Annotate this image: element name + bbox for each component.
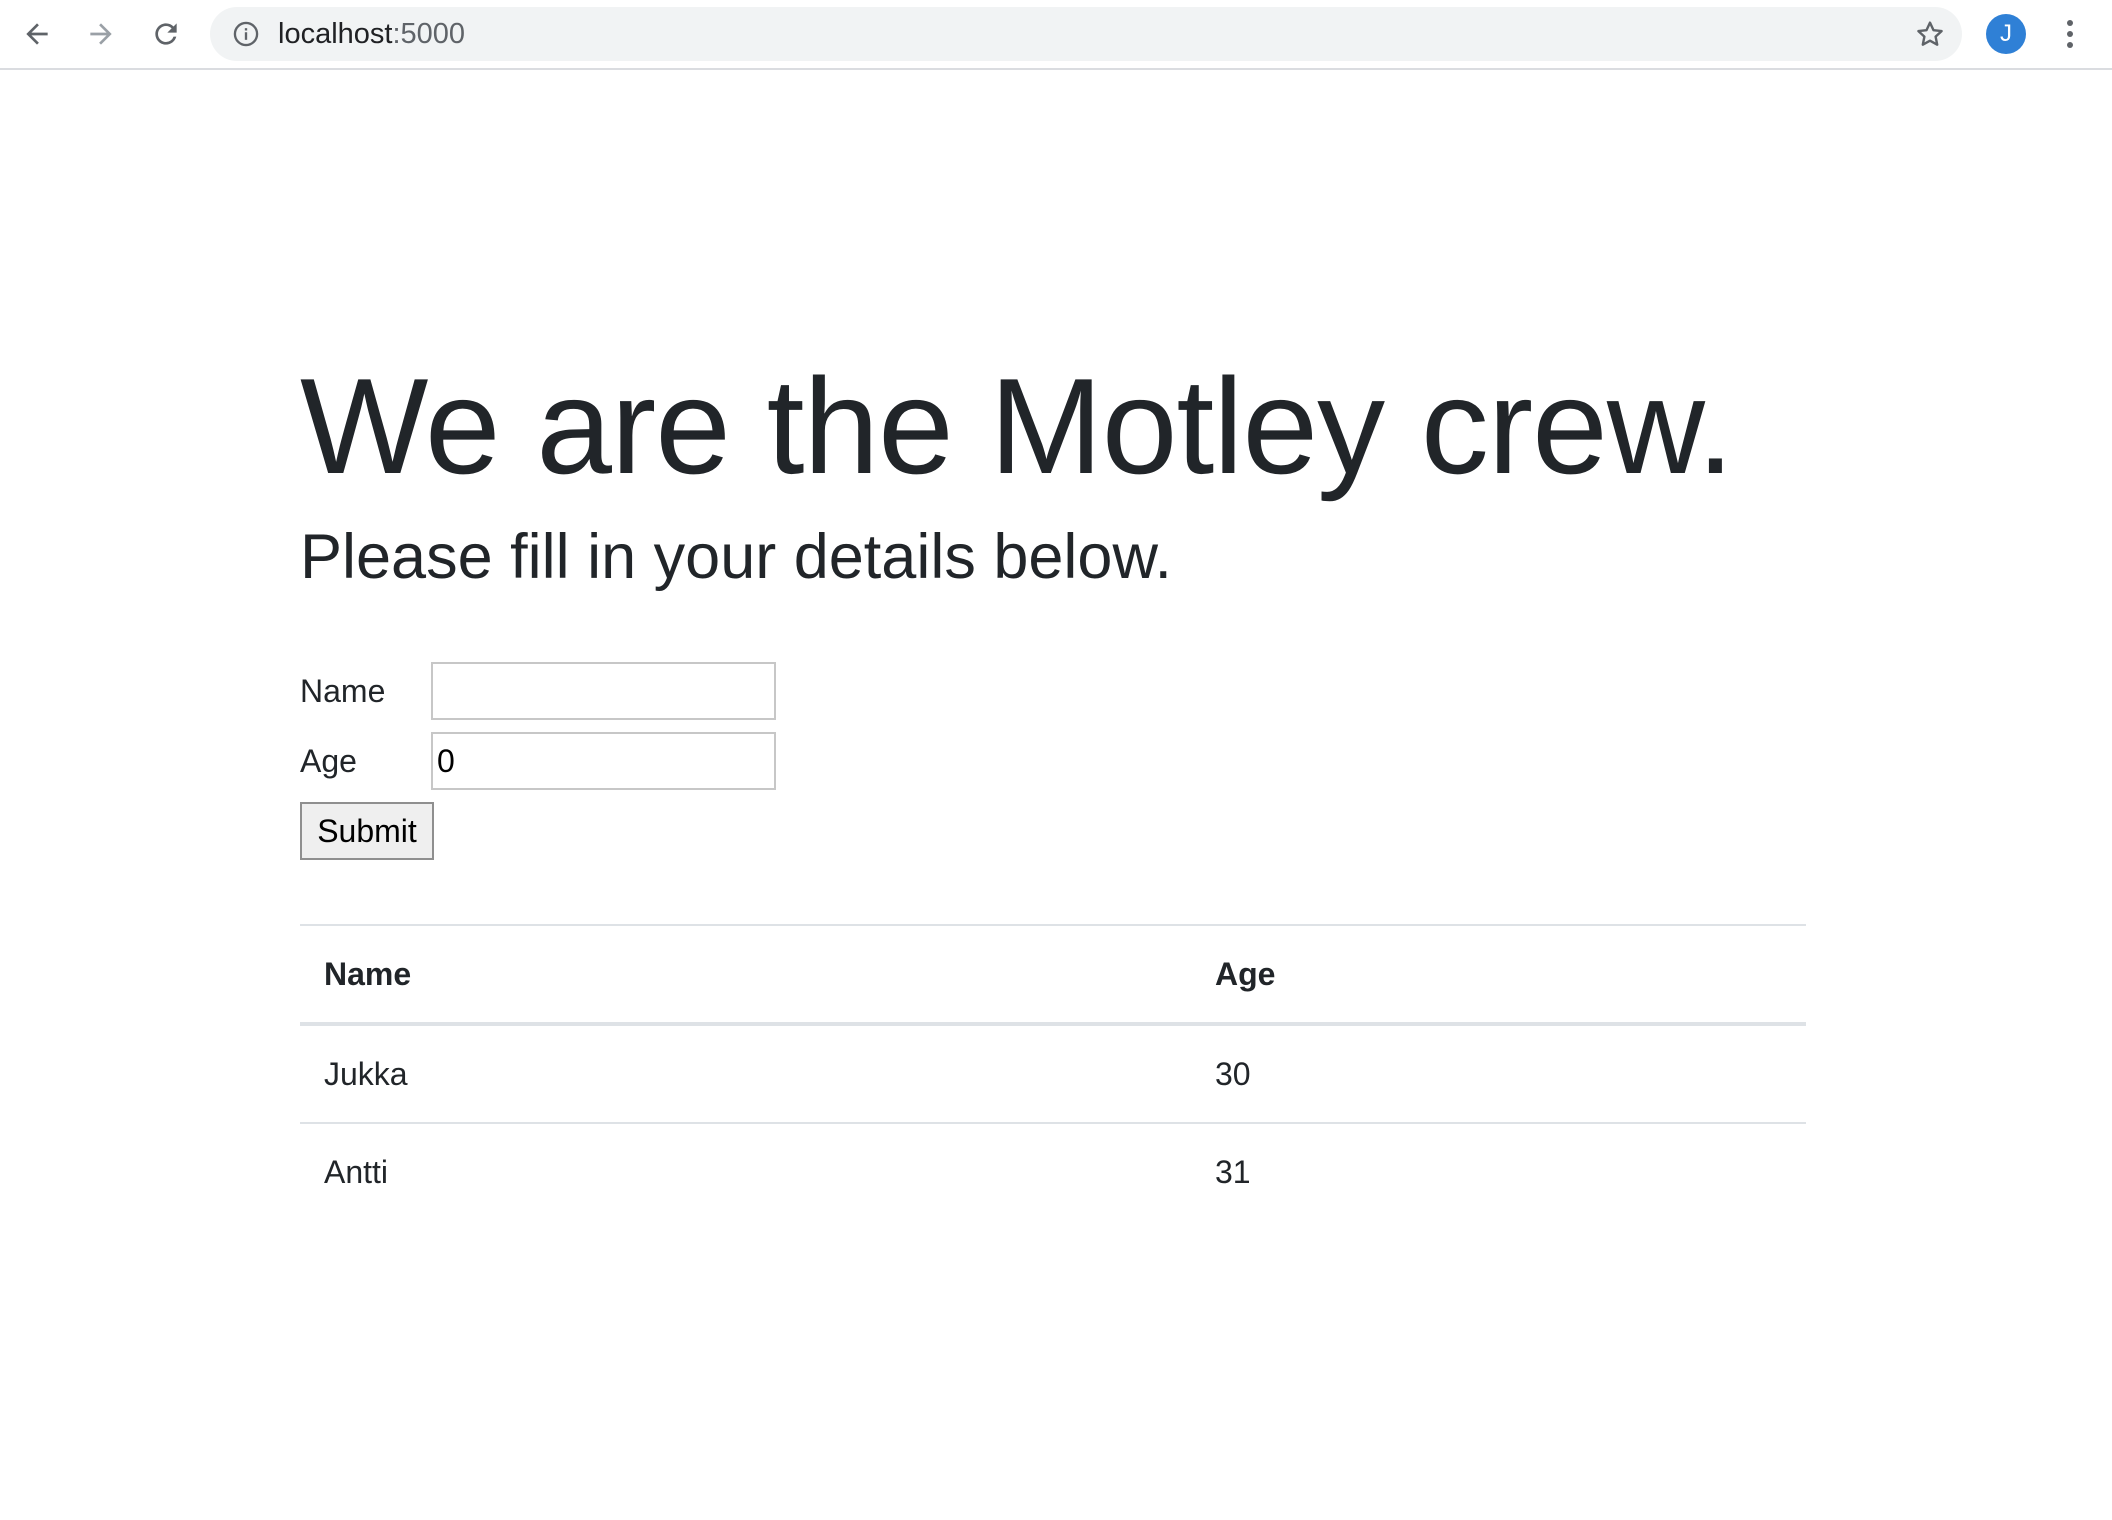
table-header-row: Name Age	[300, 925, 1806, 1024]
reload-button[interactable]	[143, 11, 189, 57]
back-arrow-icon	[26, 23, 48, 45]
name-field[interactable]	[431, 662, 776, 720]
address-bar[interactable]: localhost:5000	[210, 7, 1962, 61]
page-title: We are the Motley crew.	[300, 350, 1734, 502]
more-vert-icon[interactable]	[2052, 14, 2088, 54]
back-button[interactable]	[14, 11, 60, 57]
members-table: Name Age Jukka 30 Antti 31	[300, 924, 1806, 1220]
submit-button[interactable]: Submit	[300, 802, 434, 860]
browser-toolbar: localhost:5000 J	[0, 0, 2112, 70]
star-icon[interactable]	[1914, 18, 1946, 50]
url-text: localhost:5000	[278, 7, 465, 61]
name-label: Name	[300, 673, 386, 709]
info-icon[interactable]	[232, 20, 260, 48]
table-row: Antti 31	[300, 1123, 1806, 1220]
column-header-age: Age	[1215, 955, 1276, 992]
url-port: :5000	[392, 18, 466, 50]
page-subtitle: Please fill in your details below.	[300, 522, 1172, 592]
age-field[interactable]	[431, 732, 776, 790]
forward-button[interactable]	[78, 11, 124, 57]
forward-arrow-icon	[90, 23, 112, 45]
avatar[interactable]: J	[1986, 14, 2026, 54]
reload-icon	[155, 23, 177, 45]
column-header-name: Name	[324, 955, 412, 992]
cell-age: 30	[1215, 1055, 1251, 1092]
cell-name: Antti	[324, 1153, 389, 1190]
cell-age: 31	[1215, 1153, 1251, 1190]
age-label: Age	[300, 743, 357, 779]
table-row: Jukka 30	[300, 1024, 1806, 1123]
url-host: localhost	[278, 18, 393, 50]
cell-name: Jukka	[324, 1055, 408, 1092]
